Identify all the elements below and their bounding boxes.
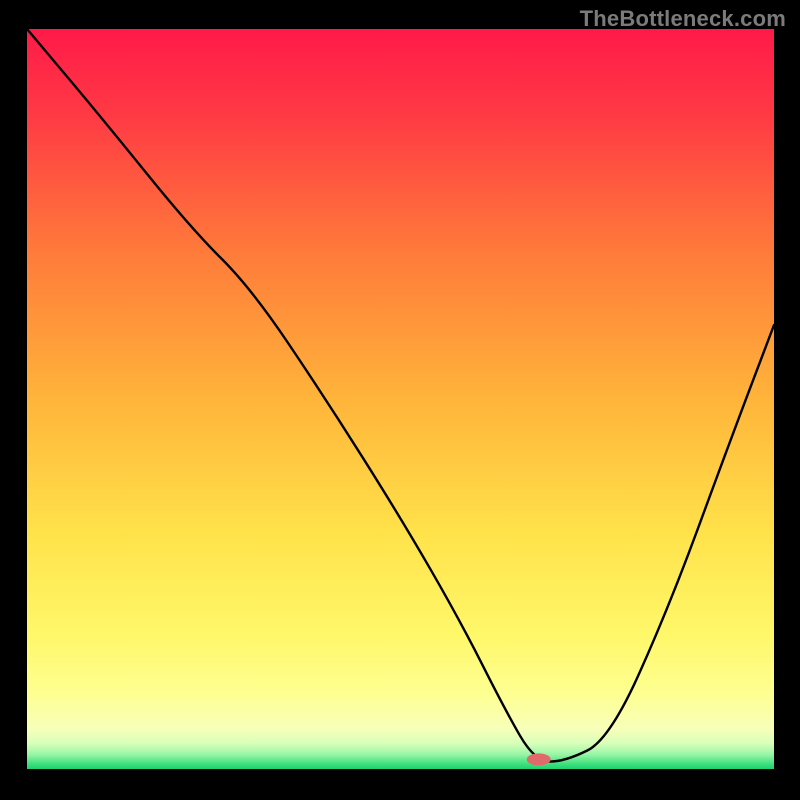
optimum-marker: [527, 753, 551, 765]
chart-frame: { "watermark": "TheBottleneck.com", "gra…: [0, 0, 800, 800]
bottleneck-chart: [0, 0, 800, 800]
gradient-background: [27, 29, 774, 769]
